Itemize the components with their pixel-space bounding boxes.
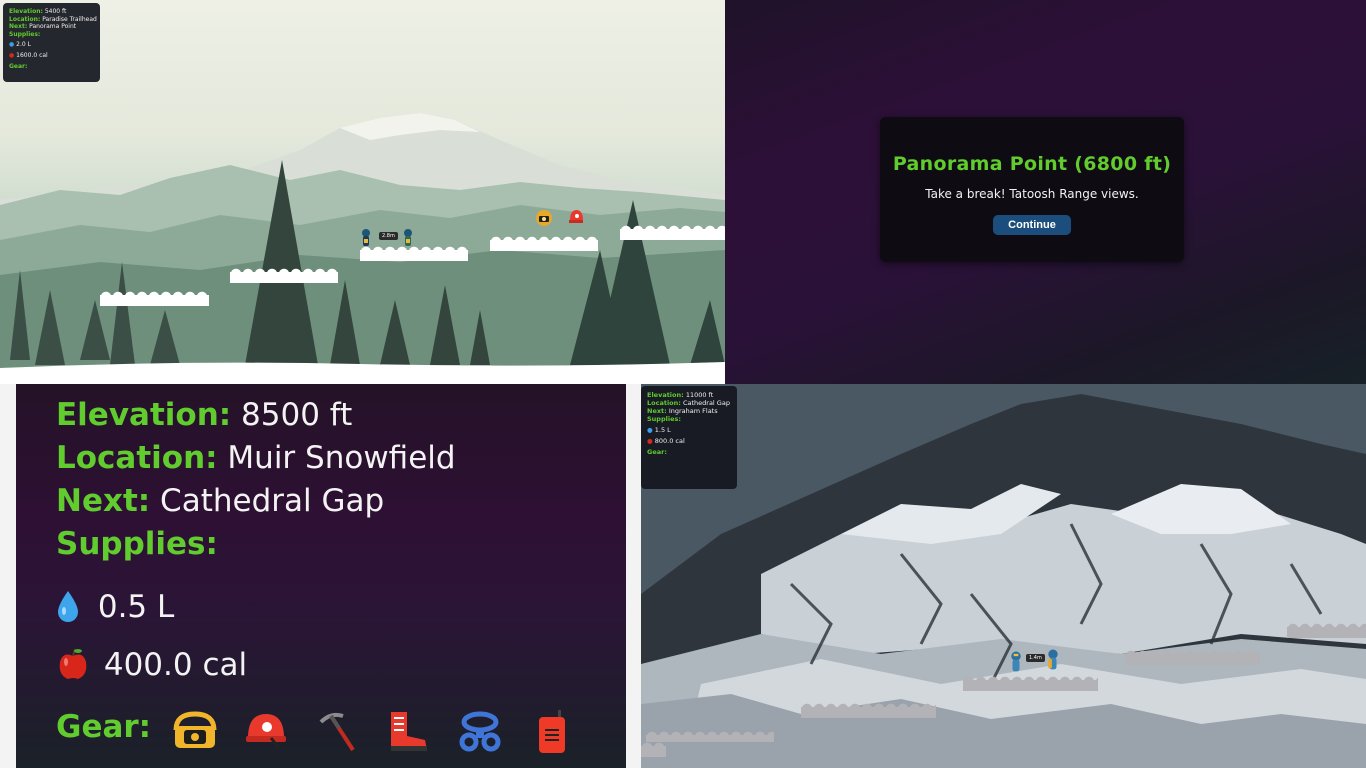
elevation-label: Elevation: [647,391,684,399]
elevation-value: 8500 ft [241,397,353,433]
game-view-cathedral-gap: Elevation: 11000 ft Location: Cathedral … [641,384,1366,768]
next-label: Next: [56,483,151,519]
rock-platform [963,676,1098,691]
elevation-label: Elevation: [9,8,43,15]
food-value: 400.0 cal [103,647,248,683]
next-value: Ingraham Flats [668,407,718,415]
water-drop-icon [58,591,78,622]
supplies-label: Supplies: [9,30,41,38]
checkpoint-dialog: Panorama Point (6800 ft) Take a break! T… [880,117,1184,262]
climber-partner [1048,649,1058,670]
gear-label: Gear: [9,62,28,70]
rock-platform [641,742,666,757]
gear-label: Gear: [647,448,667,456]
continue-button[interactable]: Continue [993,215,1071,235]
hud-zoom-view: Elevation: 8500 ft Location: Muir Snowfi… [0,384,641,768]
elevation-value: 11000 ft [685,391,714,399]
hud-panel: Elevation: 5400 ft Location: Paradise Tr… [3,3,100,82]
game-view-paradise: Elevation: 5400 ft Location: Paradise Tr… [0,0,725,384]
headlamp-icon[interactable] [172,708,218,754]
snow-platform [490,236,598,251]
headlamp-pickup-icon[interactable] [535,209,553,227]
apple-icon: ● [647,437,653,445]
harness-icon[interactable] [457,708,503,754]
snow-platform [100,291,209,306]
food-value: 1600.0 cal [16,51,48,59]
hud-panel-large: Elevation: 8500 ft Location: Muir Snowfi… [16,384,626,768]
rock-platform [1125,650,1260,665]
water-value: 1.5 L [654,426,671,434]
location-value: Cathedral Gap [682,399,730,407]
location-label: Location: [9,15,41,23]
snow-platform [360,246,468,261]
hud-panel: Elevation: 11000 ft Location: Cathedral … [641,386,737,489]
apple-icon: ● [9,51,15,59]
water-icon: ● [647,426,653,434]
helmet-pickup-icon[interactable] [568,208,584,226]
food-value: 800.0 cal [654,437,685,445]
location-label: Location: [647,399,681,407]
dialog-title: Panorama Point (6800 ft) [892,153,1172,175]
radio-icon[interactable] [529,708,575,754]
supplies-label: Supplies: [647,415,681,423]
supplies-label: Supplies: [56,526,218,562]
location-label: Location: [56,440,218,476]
mountain-backdrop [641,384,1366,768]
location-value: Paradise Trailhead [42,15,97,23]
water-value: 0.5 L [97,589,175,625]
checkpoint-overlay: Panorama Point (6800 ft) Take a break! T… [725,0,1366,384]
boots-icon[interactable] [385,708,431,754]
distance-tag: 1.4m [1026,654,1045,662]
dialog-message: Take a break! Tatoosh Range views. [925,187,1139,201]
rock-platform [646,731,774,742]
water-value: 2.0 L [16,41,31,49]
climber-partner [404,229,412,246]
next-value: Panorama Point [29,23,77,31]
next-label: Next: [9,23,28,31]
snow-platform [620,225,725,240]
gear-label: Gear: [56,709,152,745]
distance-tag: 2.8m [379,232,398,240]
location-value: Muir Snowfield [227,440,456,476]
rock-platform [1287,623,1366,638]
mountain-backdrop [0,113,725,384]
elevation-label: Elevation: [56,397,232,433]
next-value: Cathedral Gap [160,483,385,519]
water-icon: ● [9,41,15,49]
snow-platform [230,268,338,283]
apple-icon [59,648,87,679]
helmet-icon[interactable] [243,708,289,754]
ice-axe-icon[interactable] [313,708,359,754]
climber-player [362,229,370,246]
elevation-value: 5400 ft [44,8,67,15]
climber-player [1011,651,1021,672]
next-label: Next: [647,407,667,415]
rock-platform [801,703,936,718]
